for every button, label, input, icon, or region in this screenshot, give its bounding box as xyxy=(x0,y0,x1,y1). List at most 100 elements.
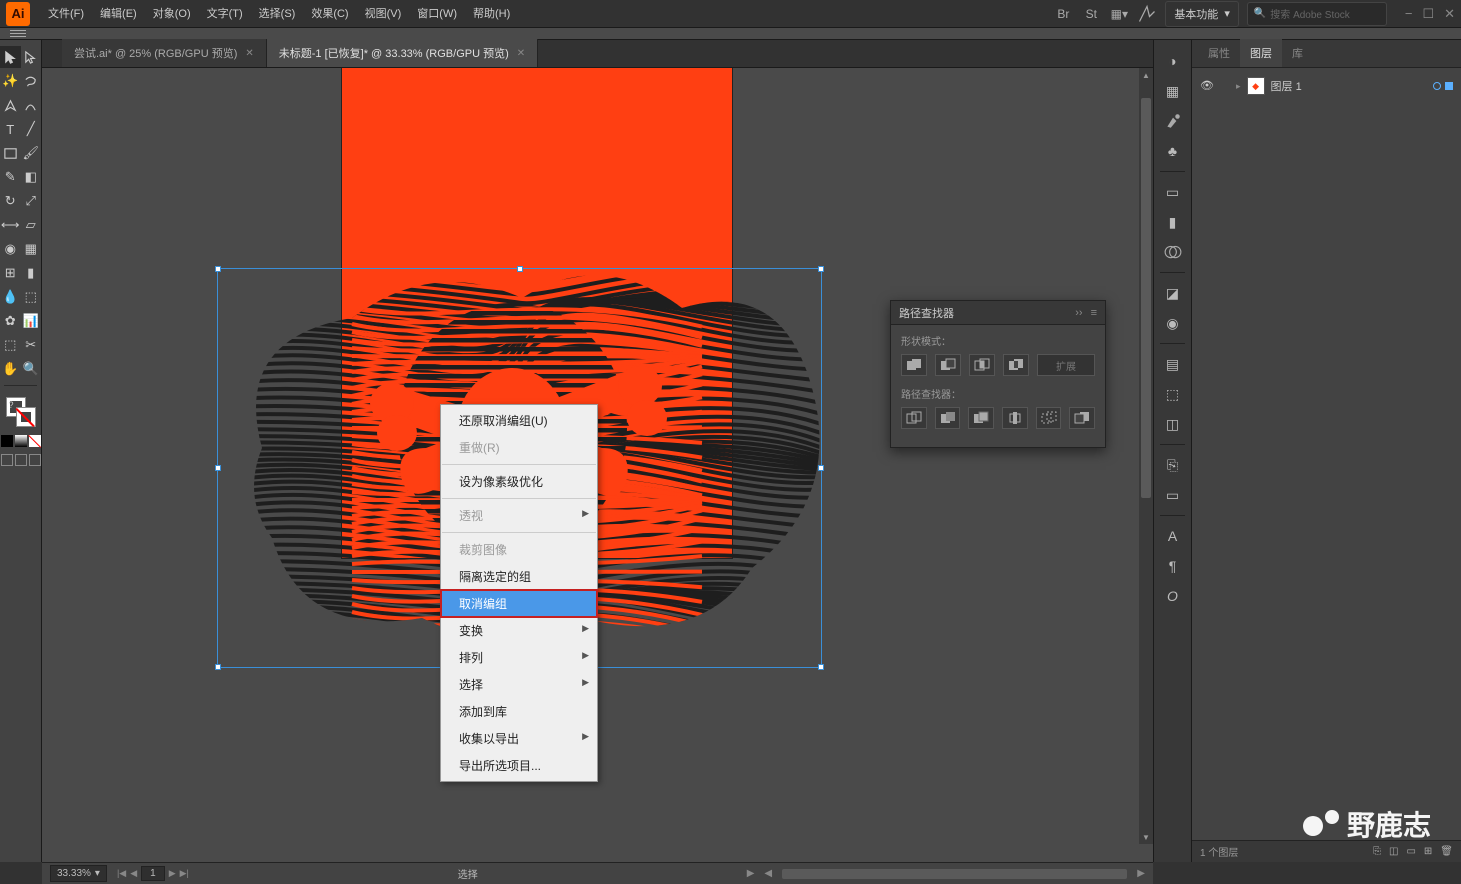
none-swatch[interactable] xyxy=(29,435,41,447)
brushes-panel-icon[interactable] xyxy=(1159,108,1187,134)
doc-tab-1[interactable]: 尝试.ai* @ 25% (RGB/GPU 预览)✕ xyxy=(62,39,267,67)
artboards-panel-icon[interactable]: ▭ xyxy=(1159,482,1187,508)
line-tool[interactable]: ╱ xyxy=(21,118,42,140)
prev-page-icon[interactable]: ◀ xyxy=(130,868,137,879)
resize-handle[interactable] xyxy=(818,465,824,471)
direct-selection-tool[interactable] xyxy=(21,46,42,68)
curvature-tool[interactable] xyxy=(21,94,42,116)
ctx-select[interactable]: 选择▶ xyxy=(441,671,597,698)
crop-button[interactable] xyxy=(1002,407,1028,429)
trim-button[interactable] xyxy=(935,407,961,429)
delete-layer-icon[interactable]: 🗑 xyxy=(1440,846,1453,857)
lasso-tool[interactable] xyxy=(21,70,42,92)
scroll-up-icon[interactable]: ▲ xyxy=(1139,68,1153,82)
mesh-tool[interactable]: ⊞ xyxy=(0,262,21,284)
opentype-panel-icon[interactable]: O xyxy=(1159,583,1187,609)
asset-export-panel-icon[interactable]: ⎘ xyxy=(1159,452,1187,478)
collapse-icon[interactable]: ›› xyxy=(1075,307,1082,319)
minus-back-button[interactable] xyxy=(1069,407,1095,429)
pathfinder-panel-icon[interactable]: ◫ xyxy=(1159,411,1187,437)
width-tool[interactable]: ⟷ xyxy=(0,214,21,236)
eyedropper-tool[interactable]: 💧 xyxy=(0,286,21,308)
align-panel-icon[interactable]: ▤ xyxy=(1159,351,1187,377)
color-panel-icon[interactable]: ◑ xyxy=(1159,48,1187,74)
resize-handle[interactable] xyxy=(818,266,824,272)
selection-tool[interactable] xyxy=(0,46,21,68)
menu-effect[interactable]: 效果(C) xyxy=(303,0,356,28)
clip-mask-icon[interactable]: ◫ xyxy=(1389,846,1398,857)
hscroll-right-icon[interactable]: ▶ xyxy=(1137,868,1145,879)
blend-tool[interactable]: ⬚ xyxy=(21,286,42,308)
ctx-pixel-perfect[interactable]: 设为像素级优化 xyxy=(441,468,597,495)
tab-properties[interactable]: 属性 xyxy=(1198,39,1240,67)
page-number[interactable]: 1 xyxy=(141,866,165,881)
layer-name[interactable]: 图层 1 xyxy=(1271,78,1302,94)
slice-tool[interactable]: ✂ xyxy=(21,334,42,356)
zoom-level[interactable]: 33.33%▾ xyxy=(50,865,107,882)
stroke-panel-icon[interactable]: ▭ xyxy=(1159,179,1187,205)
menu-view[interactable]: 视图(V) xyxy=(357,0,410,28)
graphic-styles-panel-icon[interactable]: ◉ xyxy=(1159,310,1187,336)
transparency-panel-icon[interactable] xyxy=(1159,239,1187,265)
bridge-icon[interactable]: Br xyxy=(1053,4,1073,24)
resize-handle[interactable] xyxy=(517,266,523,272)
shaper-tool[interactable]: ✎ xyxy=(0,166,21,188)
new-sublayer-icon[interactable]: ▭ xyxy=(1406,846,1415,857)
fill-stroke-swatch[interactable]: ? xyxy=(4,395,38,429)
hscroll-left-icon[interactable]: ◀ xyxy=(764,868,772,879)
minus-front-button[interactable] xyxy=(935,354,961,376)
gpu-icon[interactable] xyxy=(1137,4,1157,24)
character-panel-icon[interactable]: A xyxy=(1159,523,1187,549)
menu-object[interactable]: 对象(O) xyxy=(145,0,199,28)
ctx-transform[interactable]: 变换▶ xyxy=(441,617,597,644)
tab-layers[interactable]: 图层 xyxy=(1240,39,1282,67)
hscroll-thumb[interactable] xyxy=(782,869,1127,879)
ctx-undo[interactable]: 还原取消编组(U) xyxy=(441,407,597,434)
gradient-swatch[interactable] xyxy=(15,435,27,447)
target-icon[interactable] xyxy=(1433,82,1441,90)
resize-handle[interactable] xyxy=(215,664,221,670)
graph-tool[interactable]: 📊 xyxy=(21,310,42,332)
gradient-panel-icon[interactable]: ▮ xyxy=(1159,209,1187,235)
draw-inside[interactable] xyxy=(29,454,41,466)
unite-button[interactable] xyxy=(901,354,927,376)
locate-icon[interactable]: ⎘ xyxy=(1373,846,1381,857)
minimize-icon[interactable]: − xyxy=(1405,6,1413,22)
shape-builder-tool[interactable]: ◉ xyxy=(0,238,21,260)
resize-handle[interactable] xyxy=(215,266,221,272)
zoom-tool[interactable]: 🔍 xyxy=(21,358,42,380)
arrange-icon[interactable]: ▦▾ xyxy=(1109,4,1129,24)
swatches-panel-icon[interactable]: ▦ xyxy=(1159,78,1187,104)
draw-behind[interactable] xyxy=(15,454,27,466)
appearance-panel-icon[interactable]: ◪ xyxy=(1159,280,1187,306)
ctx-add-to-library[interactable]: 添加到库 xyxy=(441,698,597,725)
panel-menu-icon[interactable]: ≡ xyxy=(1091,307,1097,319)
stock-icon[interactable]: St xyxy=(1081,4,1101,24)
outline-button[interactable] xyxy=(1036,407,1062,429)
scroll-thumb[interactable] xyxy=(1141,98,1151,498)
expand-icon[interactable]: ▸ xyxy=(1236,81,1241,92)
gradient-tool[interactable]: ▮ xyxy=(21,262,42,284)
close-icon[interactable]: ✕ xyxy=(1444,6,1455,22)
draw-normal[interactable] xyxy=(1,454,13,466)
status-arrow-icon[interactable]: ▶ xyxy=(747,868,755,879)
first-page-icon[interactable]: |◀ xyxy=(117,868,126,879)
menu-edit[interactable]: 编辑(E) xyxy=(92,0,145,28)
ctx-collect-export[interactable]: 收集以导出▶ xyxy=(441,725,597,752)
magic-wand-tool[interactable]: ✨ xyxy=(0,70,21,92)
panel-menu-icon[interactable] xyxy=(10,30,26,37)
visibility-icon[interactable]: 👁 xyxy=(1200,79,1214,93)
exclude-button[interactable] xyxy=(1003,354,1029,376)
resize-handle[interactable] xyxy=(215,465,221,471)
tab-libraries[interactable]: 库 xyxy=(1282,39,1313,67)
pathfinder-header[interactable]: 路径查找器 ››≡ xyxy=(891,301,1105,325)
intersect-button[interactable] xyxy=(969,354,995,376)
color-swatch[interactable] xyxy=(1,435,13,447)
next-page-icon[interactable]: ▶ xyxy=(169,868,176,879)
menu-type[interactable]: 文字(T) xyxy=(199,0,251,28)
layer-row[interactable]: 👁 ▸ ◆ 图层 1 xyxy=(1196,74,1457,98)
menu-select[interactable]: 选择(S) xyxy=(251,0,304,28)
ctx-export-selection[interactable]: 导出所选项目... xyxy=(441,752,597,779)
rotate-tool[interactable]: ↻ xyxy=(0,190,21,212)
vertical-scrollbar[interactable]: ▲ ▼ xyxy=(1139,68,1153,844)
